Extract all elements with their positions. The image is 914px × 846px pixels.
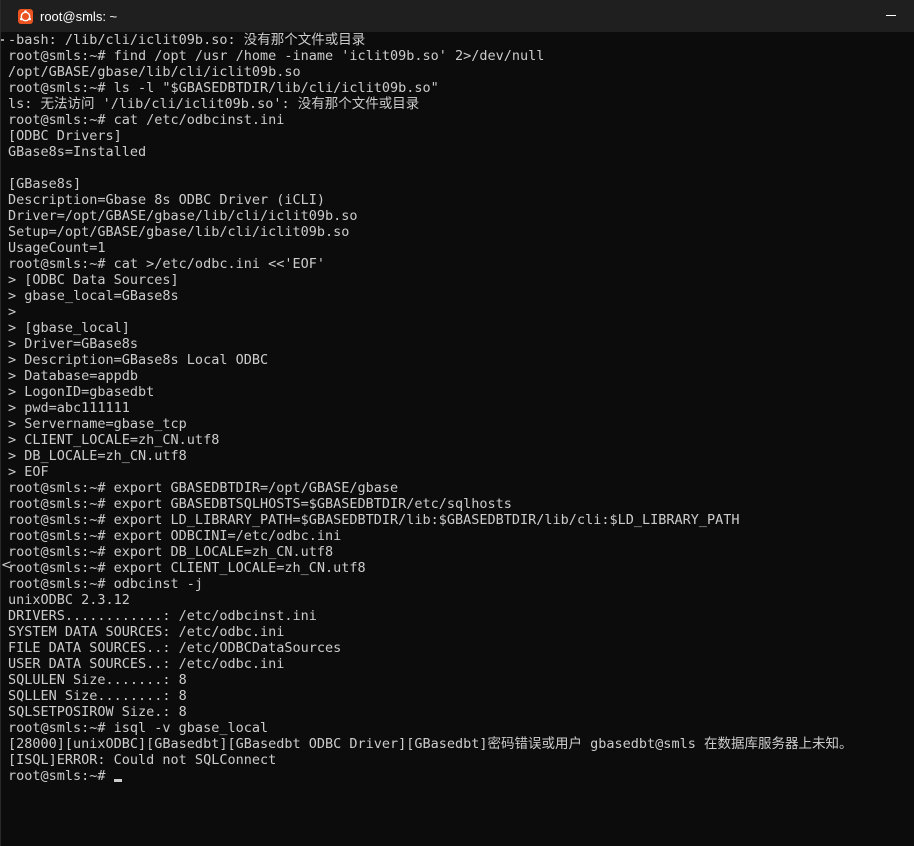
terminal-line: > Description=GBase8s Local ODBC	[8, 352, 269, 368]
terminal-line: FILE DATA SOURCES..: /etc/ODBCDataSource…	[8, 640, 342, 656]
terminal-line: unixODBC 2.3.12	[8, 592, 130, 608]
terminal-line: Description=Gbase 8s ODBC Driver (iCLI)	[8, 192, 325, 208]
terminal-prompt-line[interactable]: root@smls:~#	[8, 768, 908, 784]
terminal-line: > [ODBC Data Sources]	[8, 272, 179, 288]
terminal-line: > Database=appdb	[8, 368, 139, 384]
terminal-line: > Driver=GBase8s	[8, 336, 139, 352]
terminal-line: GBase8s=Installed	[8, 144, 147, 160]
terminal-line: > LogonID=gbasedbt	[8, 384, 155, 400]
terminal-line: root@smls:~# export CLIENT_LOCALE=zh_CN.…	[8, 560, 366, 576]
terminal-line: root@smls:~# isql -v gbase_local	[8, 720, 269, 736]
scroll-marker	[1, 39, 4, 41]
terminal-line: root@smls:~# export GBASEDBTDIR=/opt/GBA…	[8, 480, 399, 496]
terminal-line: > Servername=gbase_tcp	[8, 416, 187, 432]
terminal-line: root@smls:~# export DB_LOCALE=zh_CN.utf8	[8, 544, 334, 560]
block-cursor	[113, 779, 122, 782]
window-controls	[869, 0, 914, 32]
terminal-line: >	[8, 304, 17, 320]
terminal-line: ls: 无法访问 '/lib/cli/iclit09b.so': 没有那个文件或…	[8, 96, 420, 112]
terminal-line: root@smls:~# odbcinst -j	[8, 576, 204, 592]
terminal-line: Driver=/opt/GBASE/gbase/lib/cli/iclit09b…	[8, 208, 358, 224]
terminal-line: [ISQL]ERROR: Could not SQLConnect	[8, 752, 277, 768]
terminal-line: SYSTEM DATA SOURCES: /etc/odbc.ini	[8, 624, 285, 640]
terminal-line: root@smls:~# find /opt /usr /home -iname…	[8, 48, 545, 64]
terminal-line: [28000][unixODBC][GBasedbt][GBasedbt ODB…	[8, 736, 853, 752]
terminal-line: > EOF	[8, 464, 49, 480]
terminal-line: root@smls:~# export ODBCINI=/etc/odbc.in…	[8, 528, 342, 544]
shell-prompt: root@smls:~#	[8, 768, 114, 784]
terminal-line: /opt/GBASE/gbase/lib/cli/iclit09b.so	[8, 64, 301, 80]
terminal-line: USER DATA SOURCES..: /etc/odbc.ini	[8, 656, 285, 672]
terminal-line: -bash: /lib/cli/iclit09b.so: 没有那个文件或目录	[8, 32, 366, 48]
title-bar[interactable]: root@smls: ~	[1, 0, 914, 32]
terminal-line: > CLIENT_LOCALE=zh_CN.utf8	[8, 432, 220, 448]
terminal-line: [ODBC Drivers]	[8, 128, 122, 144]
terminal-line: > [gbase_local]	[8, 320, 130, 336]
terminal-line: root@smls:~# export LD_LIBRARY_PATH=$GBA…	[8, 512, 740, 528]
terminal-line: SQLSETPOSIROW Size.: 8	[8, 704, 187, 720]
terminal-line: > gbase_local=GBase8s	[8, 288, 179, 304]
window-title: root@smls: ~	[40, 8, 118, 24]
terminal-line: > pwd=abc111111	[8, 400, 130, 416]
terminal-line: UsageCount=1	[8, 240, 106, 256]
minimize-icon	[886, 15, 896, 16]
terminal-line: > DB_LOCALE=zh_CN.utf8	[8, 448, 187, 464]
terminal-line: root@smls:~# cat >/etc/odbc.ini <<'EOF'	[8, 256, 325, 272]
terminal-output[interactable]: -bash: /lib/cli/iclit09b.so: 没有那个文件或目录 ro…	[8, 32, 908, 838]
terminal-line: [GBase8s]	[8, 176, 82, 192]
ubuntu-terminal-icon	[18, 8, 33, 24]
terminal-line: DRIVERS............: /etc/odbcinst.ini	[8, 608, 317, 624]
scrollbar-track[interactable]	[907, 32, 914, 846]
terminal-line: root@smls:~# ls -l "$GBASEDBTDIR/lib/cli…	[8, 80, 439, 96]
terminal-line: root@smls:~# export GBASEDBTSQLHOSTS=$GB…	[8, 496, 512, 512]
terminal-line: Setup=/opt/GBASE/gbase/lib/cli/iclit09b.…	[8, 224, 350, 240]
terminal-line: SQLULEN Size.......: 8	[8, 672, 187, 688]
terminal-line: root@smls:~# cat /etc/odbcinst.ini	[8, 112, 285, 128]
terminal-window: root@smls: ~ < -bash: /lib/cli/iclit09b.…	[0, 0, 914, 846]
terminal-line: SQLLEN Size........: 8	[8, 688, 187, 704]
minimize-button[interactable]	[869, 0, 914, 32]
